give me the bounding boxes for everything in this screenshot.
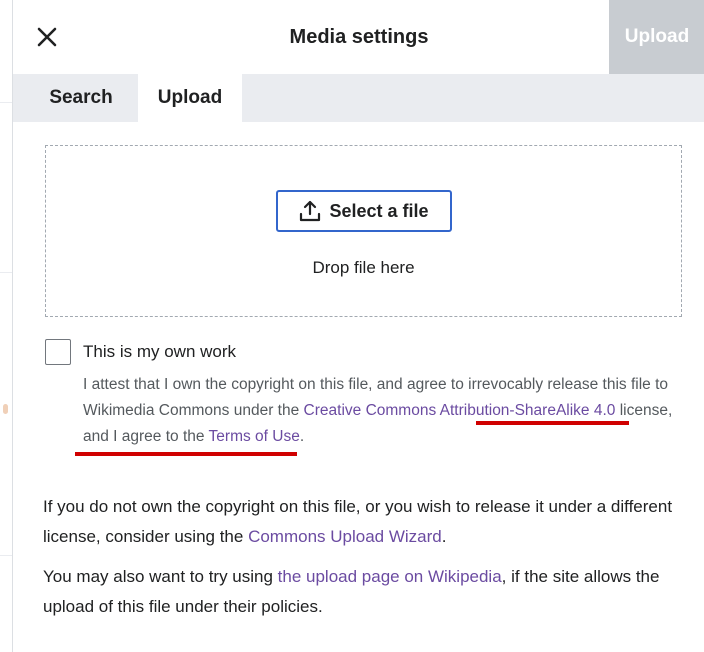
select-file-button[interactable]: Select a file — [276, 190, 452, 232]
terms-of-use-link[interactable]: Terms of Use — [209, 428, 300, 445]
upload-icon — [300, 200, 321, 222]
attest-text-3: . — [299, 428, 305, 445]
para1-text-2: . — [441, 527, 447, 546]
media-settings-dialog: Media settings Upload Search Upload Sele… — [12, 0, 704, 652]
cc-by-sa-link[interactable]: Creative Commons Attribution-ShareAlike … — [299, 402, 616, 419]
para2-text-1: You may also want to try using — [43, 567, 278, 586]
close-button[interactable] — [27, 17, 67, 57]
drop-file-text: Drop file here — [312, 258, 415, 277]
annotation-underline-1 — [476, 421, 629, 425]
own-work-row: This is my own work — [45, 337, 236, 367]
own-work-checkbox[interactable] — [45, 339, 71, 365]
select-file-label: Select a file — [329, 200, 429, 221]
background-page-edge — [0, 0, 12, 652]
dialog-title: Media settings — [289, 25, 429, 48]
own-work-label[interactable]: This is my own work — [83, 342, 236, 362]
wikipedia-upload-paragraph: You may also want to try using the uploa… — [43, 562, 693, 622]
tab-search[interactable]: Search — [21, 74, 141, 122]
close-icon — [37, 27, 57, 47]
commons-upload-wizard-link[interactable]: Commons Upload Wizard — [248, 527, 442, 546]
dialog-header: Media settings Upload — [13, 0, 704, 74]
upload-wizard-paragraph: If you do not own the copyright on this … — [43, 492, 693, 552]
upload-button[interactable]: Upload — [609, 0, 704, 74]
wikipedia-upload-page-link[interactable]: the upload page on Wikipedia — [278, 567, 502, 586]
tab-upload[interactable]: Upload — [138, 74, 242, 122]
annotation-underline-2 — [75, 452, 297, 456]
file-dropzone[interactable]: Select a file Drop file here — [45, 145, 682, 317]
attestation-text: I attest that I own the copyright on thi… — [83, 372, 673, 450]
tab-bar: Search Upload — [13, 74, 704, 122]
